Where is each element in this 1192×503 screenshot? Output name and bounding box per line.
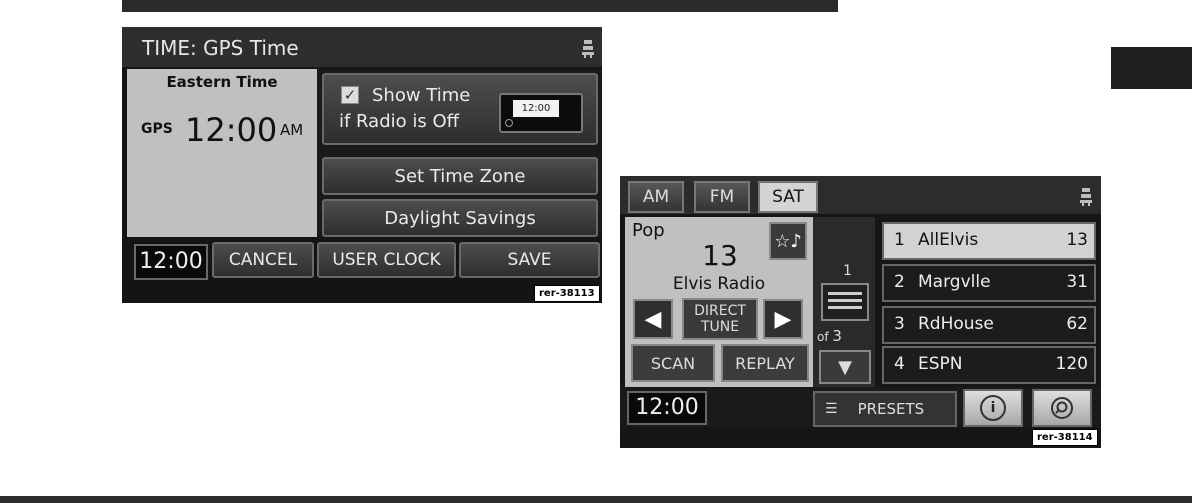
preset-row[interactable]: 2 Margvlle 31 xyxy=(882,264,1096,302)
preset-pager: 1 of 3 ▼ xyxy=(813,217,875,387)
set-time-zone-button[interactable]: Set Time Zone xyxy=(322,157,598,195)
direct-tune-button[interactable]: DIRECT TUNE xyxy=(682,298,758,340)
page-total-number: 3 xyxy=(832,327,842,345)
preset-channel: 120 xyxy=(1055,354,1088,374)
preset-name: ESPN xyxy=(918,354,963,374)
top-rule xyxy=(122,0,838,12)
show-time-label-line2: if Radio is Off xyxy=(339,111,460,132)
clock-display: 12:00 xyxy=(627,391,707,425)
band-sat-tab[interactable]: SAT xyxy=(758,181,818,213)
band-bar: AM FM SAT xyxy=(620,176,1101,214)
info-icon: i xyxy=(980,395,1006,421)
screen-title: TIME: GPS Time xyxy=(142,36,299,60)
triangle-right-icon: ▶ xyxy=(774,306,792,332)
preset-number: 1 xyxy=(894,230,905,250)
info-button[interactable]: i xyxy=(963,389,1023,427)
ampm-label: AM xyxy=(280,121,304,139)
presets-button[interactable]: ☰ PRESETS xyxy=(813,391,957,427)
checkbox-checked-icon[interactable]: ✓ xyxy=(341,86,359,104)
preset-number: 3 xyxy=(894,314,905,334)
page-of-label: of xyxy=(817,330,829,344)
title-bar: TIME: GPS Time xyxy=(122,27,602,67)
section-tab xyxy=(1111,47,1192,89)
browse-button[interactable] xyxy=(1032,389,1092,427)
preset-row[interactable]: 4 ESPN 120 xyxy=(882,346,1096,384)
preset-channel: 31 xyxy=(1066,272,1088,292)
channel-panel: Pop 13 Elvis Radio ☆♪ ◀ DIRECT TUNE ▶ SC… xyxy=(625,217,813,387)
show-time-label-line1: Show Time xyxy=(372,85,471,106)
radio-screen: AM FM SAT Pop 13 Elvis Radio ☆♪ ◀ DIRECT… xyxy=(620,176,1101,448)
preset-list-icon[interactable] xyxy=(821,283,869,321)
presets-label: PRESETS xyxy=(857,400,925,418)
preset-number: 2 xyxy=(894,272,905,292)
direct-tune-line1: DIRECT xyxy=(694,303,746,319)
current-time: 12:00 xyxy=(185,111,278,149)
triangle-left-icon: ◀ xyxy=(644,306,662,332)
preset-row[interactable]: 3 RdHouse 62 xyxy=(882,306,1096,344)
page-down-button[interactable]: ▼ xyxy=(819,350,871,384)
show-time-toggle[interactable]: ✓ Show Time if Radio is Off 12:00 xyxy=(322,73,598,145)
band-am-tab[interactable]: AM xyxy=(628,181,684,213)
preset-name: AllElvis xyxy=(918,230,979,250)
bottom-rule xyxy=(0,496,1192,503)
preview-time: 12:00 xyxy=(513,100,559,117)
time-source-label: GPS xyxy=(141,121,173,137)
preset-channel: 13 xyxy=(1066,230,1088,250)
search-icon xyxy=(1051,397,1073,419)
direct-tune-line2: TUNE xyxy=(700,319,740,335)
scan-button[interactable]: SCAN xyxy=(631,344,715,382)
radio-preview-icon: 12:00 xyxy=(499,93,583,133)
preset-list-icon: ☰ xyxy=(825,401,838,417)
figure-code: rer-38114 xyxy=(1032,429,1098,446)
time-zone-label: Eastern Time xyxy=(166,73,278,91)
page-current: 1 xyxy=(843,263,852,279)
favorite-music-icon[interactable]: ☆♪ xyxy=(769,222,807,260)
preset-number: 4 xyxy=(894,354,905,374)
band-fm-tab[interactable]: FM xyxy=(694,181,750,213)
figure-code: rer-38113 xyxy=(534,285,600,302)
channel-number: 13 xyxy=(702,239,738,272)
tune-left-button[interactable]: ◀ xyxy=(633,299,673,339)
save-button[interactable]: SAVE xyxy=(459,242,600,278)
tune-right-button[interactable]: ▶ xyxy=(763,299,803,339)
preset-name: Margvlle xyxy=(918,272,991,292)
time-display-panel: Eastern Time GPS 12:00 AM xyxy=(127,69,317,237)
channel-name: Elvis Radio xyxy=(672,274,766,294)
preview-knob-icon xyxy=(505,119,513,127)
clock-display: 12:00 xyxy=(134,244,208,280)
genre-label: Pop xyxy=(632,220,665,241)
seat-icon[interactable] xyxy=(1080,188,1092,206)
replay-button[interactable]: REPLAY xyxy=(721,344,809,382)
time-screen: TIME: GPS Time Eastern Time GPS 12:00 AM… xyxy=(122,27,602,303)
triangle-down-icon: ▼ xyxy=(838,356,852,378)
seat-icon[interactable] xyxy=(582,40,594,58)
preset-row[interactable]: 1 AllElvis 13 xyxy=(882,222,1096,260)
page-total: of 3 xyxy=(817,327,842,345)
preset-name: RdHouse xyxy=(918,314,994,334)
preset-channel: 62 xyxy=(1066,314,1088,334)
cancel-button[interactable]: CANCEL xyxy=(212,242,314,278)
daylight-savings-button[interactable]: Daylight Savings xyxy=(322,199,598,237)
user-clock-button[interactable]: USER CLOCK xyxy=(317,242,456,278)
